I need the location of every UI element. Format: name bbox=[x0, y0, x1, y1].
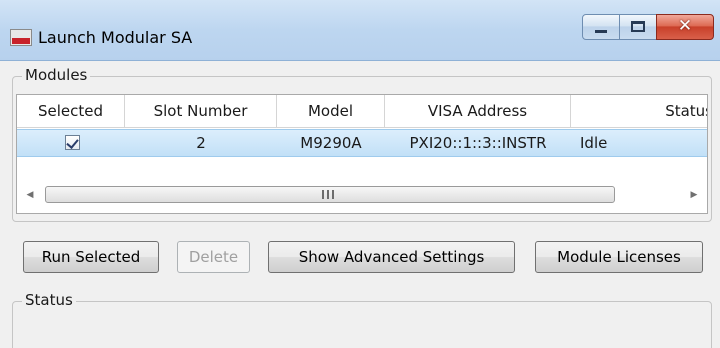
status-group-label: Status bbox=[22, 291, 76, 309]
column-header-visa-address[interactable]: VISA Address bbox=[385, 95, 571, 127]
scroll-left-icon[interactable]: ◀ bbox=[19, 183, 41, 207]
modules-grid[interactable]: Selected Slot Number Model VISA Address … bbox=[16, 94, 708, 214]
app-icon bbox=[10, 29, 32, 46]
grid-header: Selected Slot Number Model VISA Address … bbox=[17, 95, 707, 128]
caption-buttons: ✕ bbox=[582, 14, 714, 40]
checkbox-checked-icon[interactable] bbox=[65, 135, 80, 150]
scroll-thumb[interactable] bbox=[45, 186, 615, 203]
show-advanced-settings-button[interactable]: Show Advanced Settings bbox=[268, 241, 515, 273]
horizontal-scrollbar[interactable]: ◀ ▶ bbox=[19, 183, 705, 207]
close-icon: ✕ bbox=[677, 16, 693, 36]
column-header-slot-number[interactable]: Slot Number bbox=[125, 95, 277, 127]
check-mark bbox=[66, 136, 79, 149]
column-header-model[interactable]: Model bbox=[277, 95, 385, 127]
status-group: Status bbox=[12, 291, 712, 348]
scroll-right-icon[interactable]: ▶ bbox=[683, 183, 705, 207]
cell-status: Idle bbox=[580, 134, 608, 152]
close-button[interactable]: ✕ bbox=[656, 14, 714, 40]
app-icon-accent bbox=[12, 38, 30, 44]
maximize-icon bbox=[631, 21, 645, 32]
minimize-button[interactable] bbox=[582, 14, 620, 40]
table-row[interactable]: 2 M9290A PXI20::1::3::INSTR Idle bbox=[17, 129, 707, 157]
minimize-icon bbox=[595, 30, 607, 33]
modules-group-label: Modules bbox=[22, 66, 91, 84]
column-header-status[interactable]: Status bbox=[571, 95, 707, 127]
cell-model: M9290A bbox=[300, 134, 362, 152]
window-title: Launch Modular SA bbox=[38, 28, 193, 47]
column-header-selected[interactable]: Selected bbox=[17, 95, 125, 127]
launch-modular-sa-window: Launch Modular SA ✕ Modules Selected Slo… bbox=[0, 0, 720, 348]
cell-slot-number: 2 bbox=[196, 134, 206, 152]
grip-icon bbox=[322, 190, 334, 199]
maximize-button[interactable] bbox=[619, 14, 657, 40]
run-selected-button[interactable]: Run Selected bbox=[23, 241, 159, 273]
delete-button[interactable]: Delete bbox=[177, 241, 250, 273]
cell-visa-address: PXI20::1::3::INSTR bbox=[409, 134, 547, 152]
module-licenses-button[interactable]: Module Licenses bbox=[535, 241, 703, 273]
title-bar[interactable]: Launch Modular SA ✕ bbox=[0, 0, 720, 61]
